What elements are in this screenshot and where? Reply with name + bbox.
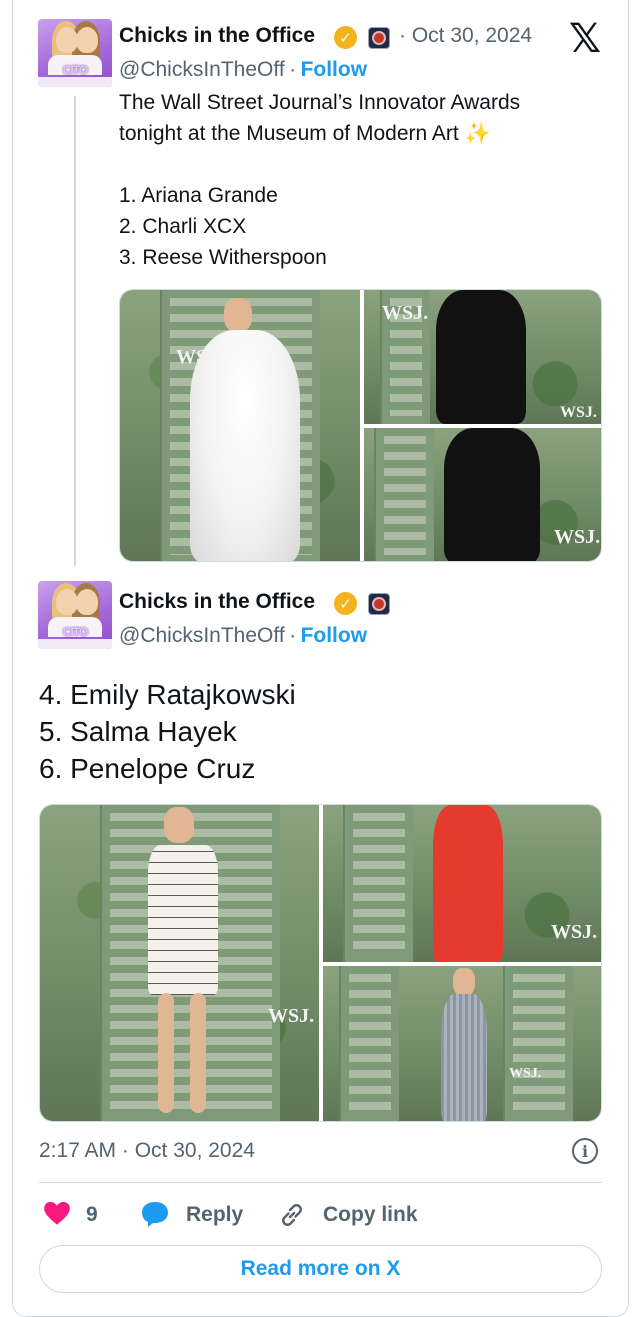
link-icon [282,1204,302,1226]
list-item: 1. Ariana Grande [119,184,278,207]
list-item: 6. Penelope Cruz [39,753,256,784]
tweet-date[interactable]: · Oct 30, 2024 [399,24,532,48]
tweet-text-line: tonight at the Museum of Modern Art ✨ [119,122,491,145]
media-photo-5[interactable]: WSJ. [323,805,601,962]
media-photo-4[interactable]: WSJ. [40,805,319,1121]
media-grid: WSJ. WSJ. WSJ. WSJ. [119,289,602,562]
footer-divider [39,1182,602,1183]
list-item: 5. Salma Hayek [39,716,237,747]
media-photo-1[interactable]: WSJ. [120,290,360,561]
reply-bubble-icon [142,1202,168,1227]
author-name[interactable]: Chicks in the Office [119,24,315,48]
media-photo-6[interactable]: WSJ. [323,966,601,1121]
follow-button[interactable]: Follow [301,624,368,647]
wsj-logo: WSJ. [268,1005,315,1027]
reply-label[interactable]: Reply [186,1203,243,1227]
x-logo-icon[interactable]: 𝕏 [567,19,603,59]
list-item: 3. Reese Witherspoon [119,246,327,269]
like-button[interactable] [43,1200,73,1228]
tweet-timestamp[interactable]: 2:17 AM · Oct 30, 2024 [39,1139,255,1163]
wsj-logo: WSJ. [382,302,429,324]
wsj-logo: WSJ. [554,526,601,548]
avatar-logo-text: CITO [62,63,88,77]
wsj-logo: WSJ. [551,921,598,943]
list-item: 4. Emily Ratajkowski [39,679,296,710]
author-handle[interactable]: @ChicksInTheOff [119,624,285,647]
handle-row: @ChicksInTheOff · Follow [119,624,367,648]
affiliate-badge-icon[interactable] [368,593,390,615]
copy-link-button[interactable] [278,1201,306,1229]
thread-connector-line [74,96,76,566]
list-item: 2. Charli XCX [119,215,247,238]
media-grid: WSJ. WSJ. WSJ. [39,804,602,1122]
separator-dot: · [289,624,297,647]
author-name[interactable]: Chicks in the Office [119,590,315,614]
wsj-logo: WSJ. [509,1066,542,1081]
read-more-button[interactable]: Read more on X [39,1245,602,1293]
follow-button[interactable]: Follow [301,58,368,81]
tweet-text-line: The Wall Street Journal’s Innovator Awar… [119,91,521,114]
media-photo-2[interactable]: WSJ. WSJ. [364,290,601,424]
avatar[interactable]: CITO [38,19,112,87]
heart-icon [44,1201,70,1225]
avatar-logo-text: CITO [62,625,88,639]
wsj-logo: WSJ. [560,404,597,421]
verified-badge-icon: ✓ [334,26,357,49]
tweet-text: 4. Emily Ratajkowski 5. Salma Hayek 6. P… [39,676,296,787]
reply-button[interactable] [140,1200,170,1228]
copy-link-label[interactable]: Copy link [323,1203,418,1227]
separator-dot: · [289,58,297,81]
verified-badge-icon: ✓ [334,592,357,615]
author-handle[interactable]: @ChicksInTheOff [119,58,285,81]
tweet-text: The Wall Street Journal’s Innovator Awar… [119,87,520,273]
avatar[interactable]: CITO [38,581,112,649]
media-photo-3[interactable]: WSJ. [364,428,601,561]
affiliate-badge-icon[interactable] [368,27,390,49]
info-icon[interactable]: i [572,1138,598,1164]
like-count[interactable]: 9 [86,1203,98,1227]
handle-row: @ChicksInTheOff · Follow [119,58,367,82]
